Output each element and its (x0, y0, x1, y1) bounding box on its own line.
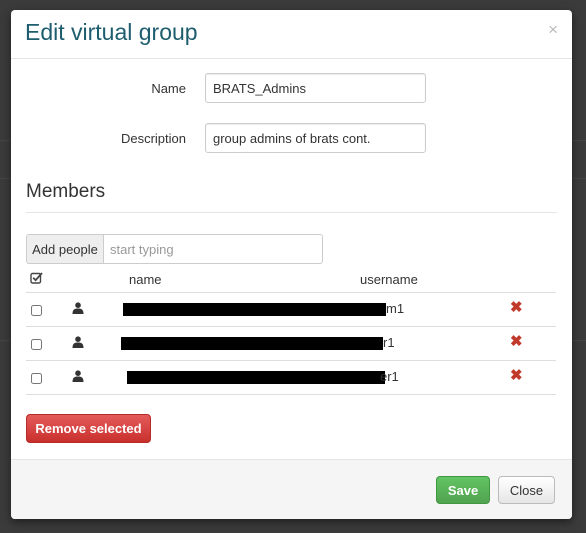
table-header: name username (26, 266, 556, 293)
row-select-checkbox[interactable] (31, 373, 42, 384)
people-search-input[interactable] (103, 234, 323, 264)
row-select-checkbox[interactable] (31, 305, 42, 316)
table-row: r1 ✖ (26, 327, 556, 361)
edit-virtual-group-modal: Edit virtual group × Name Description Me… (11, 10, 572, 519)
name-label: Name (151, 81, 186, 96)
description-label: Description (120, 131, 186, 146)
add-people-group: Add people (26, 234, 323, 264)
username-cell: m1 (386, 301, 405, 316)
select-all-checkbox-icon[interactable] (30, 271, 43, 287)
remove-member-icon[interactable]: ✖ (510, 334, 523, 349)
close-button[interactable]: Close (498, 476, 555, 504)
modal-footer: Save Close (11, 459, 572, 519)
user-icon (72, 336, 84, 348)
name-column-header: name (129, 272, 162, 287)
close-icon[interactable]: × (548, 21, 558, 38)
redacted-name (127, 371, 385, 384)
members-heading: Members (26, 181, 106, 202)
modal-title: Edit virtual group (25, 19, 198, 45)
modal-header: Edit virtual group × (11, 10, 572, 59)
user-icon (72, 370, 84, 382)
remove-member-icon[interactable]: ✖ (510, 300, 523, 315)
username-column-header: username (360, 272, 418, 287)
remove-selected-button[interactable]: Remove selected (26, 414, 151, 443)
redacted-name (123, 303, 386, 316)
table-row: m1 ✖ (26, 293, 556, 327)
user-icon (72, 302, 84, 314)
row-select-checkbox[interactable] (31, 339, 42, 350)
remove-member-icon[interactable]: ✖ (510, 368, 523, 383)
username-cell: r1 (383, 335, 395, 350)
add-people-label: Add people (26, 234, 103, 264)
name-field[interactable] (205, 73, 426, 103)
save-button[interactable]: Save (436, 476, 490, 504)
divider (26, 212, 557, 213)
username-cell: er1 (380, 369, 399, 384)
members-table: name username m1 ✖ r1 ✖ er1 ✖ (26, 266, 556, 395)
description-field[interactable] (205, 123, 426, 153)
table-row: er1 ✖ (26, 361, 556, 395)
redacted-name (121, 337, 383, 350)
